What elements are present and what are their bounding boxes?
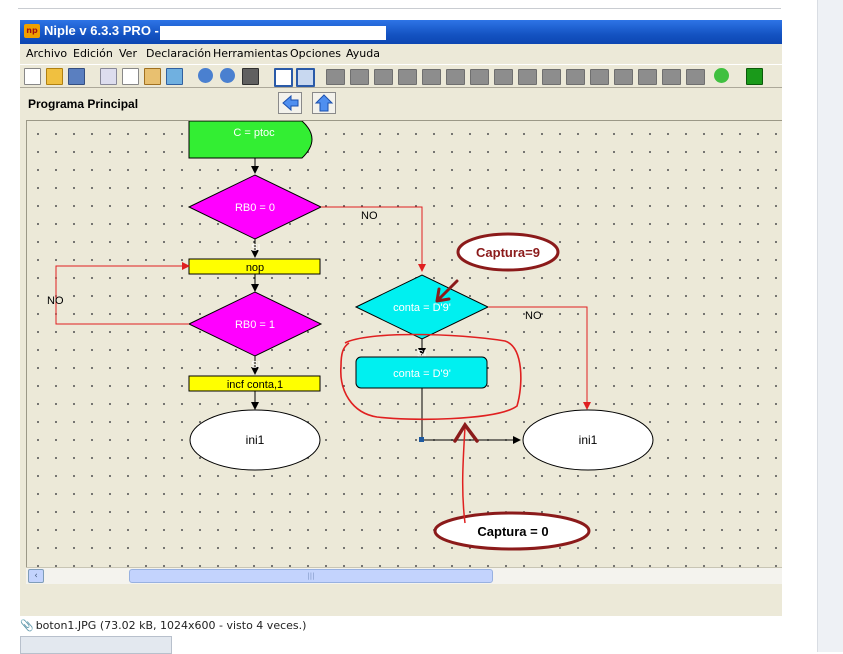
horizontal-scrollbar[interactable]: ‹ ||| — [26, 567, 782, 584]
tool-button[interactable] — [518, 69, 537, 85]
decision-conta-label: conta = D'9' — [393, 302, 451, 314]
annotation-captura-0: Captura = 0 — [477, 524, 548, 539]
no-label: NO — [525, 310, 542, 322]
tool-button[interactable] — [446, 69, 465, 85]
tool-button[interactable] — [422, 69, 441, 85]
end-ini1-right-label: ini1 — [579, 433, 598, 447]
start-block-label: C = ptoc — [233, 127, 275, 139]
binoculars-icon[interactable] — [242, 68, 259, 85]
paperclip-icon: 📎 — [20, 619, 34, 632]
menu-edicion[interactable]: Edición — [73, 47, 113, 60]
app-logo-icon: np — [24, 24, 40, 38]
up-button[interactable] — [312, 92, 336, 114]
tool-button[interactable] — [494, 69, 513, 85]
title-redaction — [160, 26, 386, 40]
annotation-arrowhead-bottom — [453, 421, 479, 443]
tool-button[interactable] — [638, 69, 657, 85]
sub-toolbar: Programa Principal — [20, 88, 782, 118]
attachment-link[interactable]: boton1.JPG (73.02 kB, 1024x600 - visto 4… — [36, 619, 307, 632]
no-label: NO — [47, 295, 64, 307]
run-icon[interactable] — [746, 68, 763, 85]
back-button[interactable] — [278, 92, 302, 114]
flowchart-svg: C = ptoc RB0 = 0 SI NO nop RB0 = 1 NO SI — [47, 121, 654, 551]
tool-button[interactable] — [398, 69, 417, 85]
tool-button[interactable] — [590, 69, 609, 85]
decision-rb0-0-label: RB0 = 0 — [235, 202, 275, 214]
niple-window: np Niple v 6.3.3 PRO - Archivo Edición V… — [20, 20, 782, 616]
tool-button[interactable] — [350, 69, 369, 85]
cut-icon[interactable] — [100, 68, 117, 85]
undo-icon[interactable] — [198, 68, 213, 83]
new-file-icon[interactable] — [24, 68, 41, 85]
tool-button[interactable] — [566, 69, 585, 85]
menu-ayuda[interactable]: Ayuda — [346, 47, 380, 60]
end-ini1-left-label: ini1 — [246, 433, 265, 447]
annotation-line-bottom — [461, 426, 466, 524]
tool-button[interactable] — [686, 69, 705, 85]
action-set-conta-label: conta = D'9' — [393, 368, 451, 380]
page-right-column — [817, 0, 843, 652]
no-branch-line — [488, 306, 591, 410]
paste-icon[interactable] — [144, 68, 161, 85]
window-title: Niple v 6.3.3 PRO - — [44, 23, 159, 38]
action-incf-label: incf conta,1 — [227, 379, 283, 391]
tool-button[interactable] — [662, 69, 681, 85]
si-label: SI — [251, 243, 260, 254]
junction-node[interactable] — [419, 437, 424, 442]
decision-rb0-1-label: RB0 = 1 — [235, 319, 275, 331]
program-title: Programa Principal — [28, 97, 139, 111]
menu-declaracion[interactable]: Declaración — [146, 47, 211, 60]
tool-button[interactable] — [374, 69, 393, 85]
no-loop-line — [55, 262, 190, 325]
attachment-thumbnail[interactable] — [20, 636, 172, 654]
no-label: NO — [361, 210, 378, 222]
tool-button[interactable] — [614, 69, 633, 85]
flowchart-canvas[interactable]: C = ptoc RB0 = 0 SI NO nop RB0 = 1 NO SI — [26, 120, 782, 567]
tool-button[interactable] — [326, 69, 345, 85]
title-bar[interactable]: np Niple v 6.3.3 PRO - — [20, 20, 782, 44]
scroll-left-arrow-icon[interactable]: ‹ — [28, 569, 44, 583]
open-folder-icon[interactable] — [46, 68, 63, 85]
select-icon[interactable] — [166, 68, 183, 85]
scroll-thumb[interactable]: ||| — [129, 569, 493, 583]
left-arrow-icon — [282, 94, 299, 112]
top-divider — [18, 8, 781, 9]
copy-icon[interactable] — [122, 68, 139, 85]
annotation-captura-9: Captura=9 — [476, 245, 540, 260]
menu-bar: Archivo Edición Ver Declaración Herramie… — [20, 44, 782, 63]
action-nop-label: nop — [246, 262, 264, 274]
grid-icon[interactable] — [296, 68, 315, 87]
window-icon[interactable] — [274, 68, 293, 87]
attachment-line: 📎 boton1.JPG (73.02 kB, 1024x600 - visto … — [20, 619, 306, 632]
save-icon[interactable] — [68, 68, 85, 85]
menu-herramientas[interactable]: Herramientas — [213, 47, 288, 60]
tool-button[interactable] — [542, 69, 561, 85]
tool-button[interactable] — [470, 69, 489, 85]
si-label: SI — [251, 360, 260, 371]
toolbar — [20, 64, 782, 88]
menu-archivo[interactable]: Archivo — [26, 47, 67, 60]
redo-icon[interactable] — [220, 68, 235, 83]
up-arrow-icon — [314, 94, 334, 112]
menu-ver[interactable]: Ver — [119, 47, 137, 60]
menu-opciones[interactable]: Opciones — [290, 47, 341, 60]
compile-icon[interactable] — [714, 68, 729, 83]
